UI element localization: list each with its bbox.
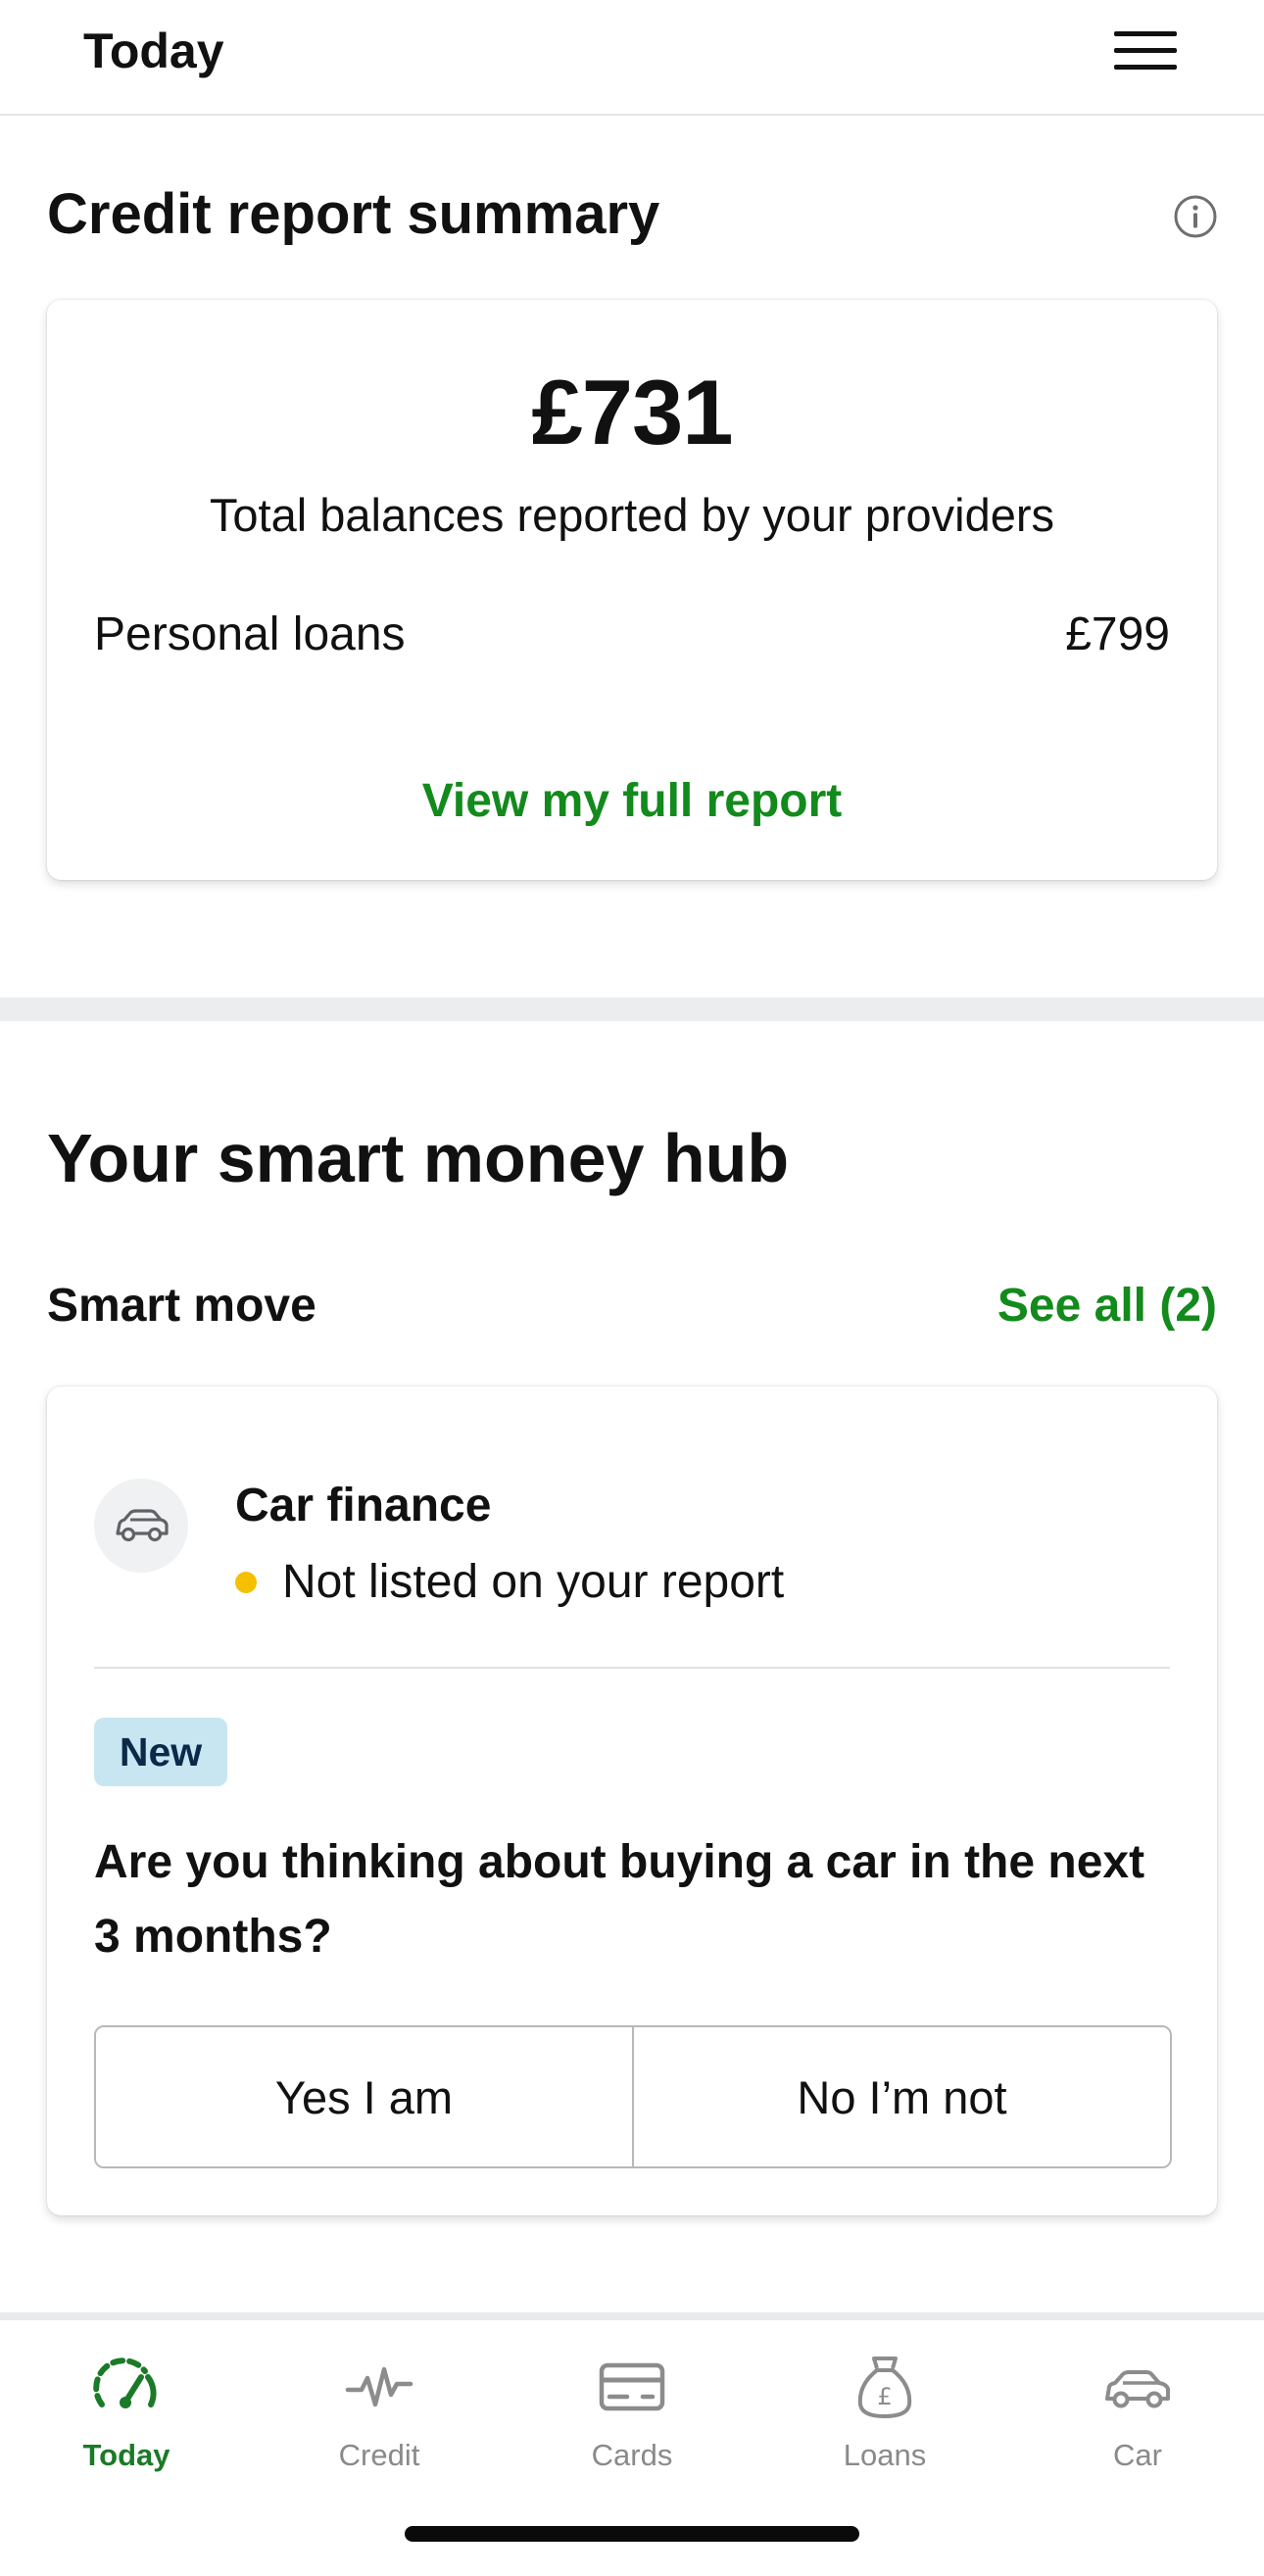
- total-balance-caption: Total balances reported by your provider…: [209, 489, 1055, 541]
- card-divider: [94, 1667, 1170, 1669]
- nav-label-car: Car: [1113, 2438, 1162, 2472]
- speedometer-icon: [93, 2357, 157, 2408]
- page-title: Today: [83, 24, 224, 78]
- smart-money-hub-title: Your smart money hub: [47, 1120, 790, 1196]
- car-finance-status: Not listed on your report: [282, 1556, 785, 1608]
- smart-move-label: Smart move: [47, 1280, 316, 1332]
- nav-label-today: Today: [82, 2438, 170, 2472]
- nav-label-cards: Cards: [591, 2438, 673, 2472]
- nav-item-car[interactable]: Car: [1011, 2320, 1264, 2487]
- nav-item-credit[interactable]: Credit: [253, 2320, 506, 2487]
- view-full-report-link[interactable]: View my full report: [47, 772, 1217, 831]
- nav-label-credit: Credit: [338, 2438, 420, 2472]
- nav-item-loans[interactable]: £ Loans: [758, 2320, 1011, 2487]
- no-im-not-button[interactable]: No I’m not: [632, 2027, 1170, 2166]
- money-bag-icon: £: [857, 2357, 912, 2418]
- home-indicator: [405, 2526, 859, 2542]
- pulse-icon: [345, 2366, 413, 2407]
- new-badge: New: [94, 1718, 227, 1786]
- car-icon: [94, 1479, 188, 1573]
- credit-card-icon: [599, 2362, 665, 2411]
- yes-i-am-button[interactable]: Yes I am: [96, 2027, 632, 2166]
- status-dot-icon: [235, 1572, 257, 1593]
- nav-label-loans: Loans: [843, 2438, 927, 2472]
- see-all-link[interactable]: See all (2): [997, 1277, 1217, 1336]
- svg-text:£: £: [877, 2383, 892, 2410]
- car-finance-card: Car finance Not listed on your report Ne…: [47, 1386, 1217, 2215]
- personal-loans-label: Personal loans: [94, 608, 406, 660]
- total-balance-amount: £731: [531, 361, 733, 463]
- car-finance-title: Car finance: [235, 1480, 492, 1531]
- info-icon[interactable]: [1172, 193, 1219, 240]
- section-divider: [0, 997, 1264, 1021]
- nav-item-today[interactable]: Today: [0, 2320, 253, 2487]
- top-bar: Today: [0, 0, 1264, 116]
- nav-item-cards[interactable]: Cards: [506, 2320, 758, 2487]
- car-icon: [1105, 2370, 1170, 2408]
- personal-loans-value: £799: [1065, 608, 1170, 660]
- credit-summary-title: Credit report summary: [47, 182, 660, 246]
- hamburger-menu-icon[interactable]: [1111, 27, 1180, 74]
- credit-summary-card: £731 Total balances reported by your pro…: [47, 300, 1217, 880]
- car-purchase-question: Are you thinking about buying a car in t…: [94, 1836, 1145, 1963]
- answer-button-group: Yes I am No I’m not: [94, 2025, 1172, 2168]
